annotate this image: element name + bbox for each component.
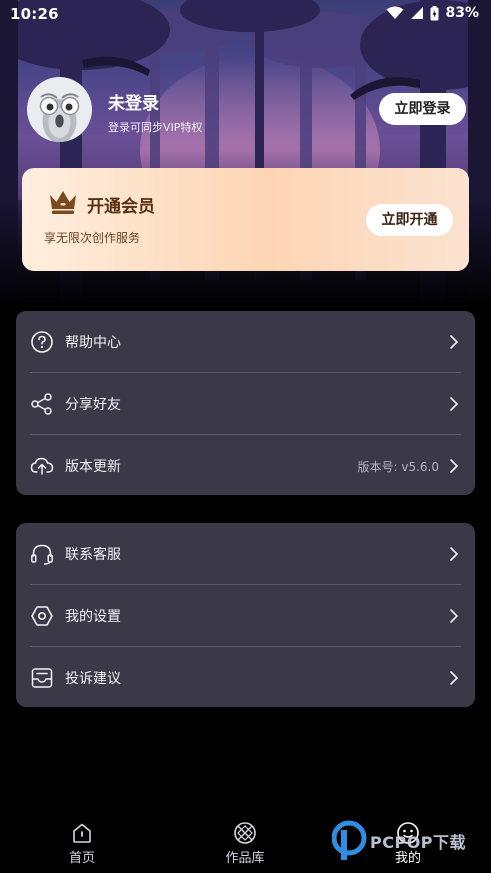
menu-item-label: 分享好友 [65, 397, 121, 413]
nav-label: 作品库 [225, 851, 265, 866]
help-circle-icon [31, 331, 53, 353]
battery-icon [430, 5, 439, 20]
avatar[interactable] [27, 77, 92, 142]
menu-card-general: 帮助中心 分享好友 版本更新 版本号: v5.6.0 [16, 311, 475, 495]
menu-item-update[interactable]: 版本更新 版本号: v5.6.0 [16, 435, 475, 496]
login-button[interactable]: 立即登录 [379, 93, 466, 125]
cloud-upload-icon [30, 457, 54, 475]
menu-card-support: 联系客服 我的设置 投诉建议 [16, 523, 475, 707]
chevron-right-icon [450, 335, 459, 349]
menu-item-share[interactable]: 分享好友 [16, 373, 475, 434]
vip-open-button[interactable]: 立即开通 [366, 204, 453, 236]
chevron-right-icon [450, 671, 459, 685]
crown-icon [50, 191, 76, 214]
nav-tab-gallery[interactable]: 作品库 [185, 815, 305, 866]
menu-item-help[interactable]: 帮助中心 [16, 311, 475, 372]
watermark-logo-icon [331, 820, 367, 860]
vip-subtitle: 享无限次创作服务 [44, 231, 141, 245]
menu-item-customer-service[interactable]: 联系客服 [16, 523, 475, 584]
share-icon [31, 393, 52, 415]
menu-item-label: 帮助中心 [65, 335, 121, 351]
owl-avatar-icon [39, 93, 80, 142]
login-tip: 登录可同步VIP特权 [108, 121, 203, 134]
watermark-text: PCPOP下载 [370, 833, 467, 852]
gallery-icon [234, 822, 256, 844]
chevron-right-icon [450, 609, 459, 623]
watermark: PCPOP下载 [331, 820, 482, 862]
menu-item-settings[interactable]: 我的设置 [16, 585, 475, 646]
menu-item-label: 投诉建议 [65, 671, 121, 687]
battery-percent: 83% [445, 5, 479, 21]
vip-card[interactable]: 开通会员 享无限次创作服务 立即开通 [22, 168, 469, 271]
chevron-right-icon [450, 547, 459, 561]
chevron-right-icon [450, 459, 459, 473]
home-icon [73, 823, 91, 843]
chevron-right-icon [450, 397, 459, 411]
status-icons: 83% [386, 5, 479, 21]
feedback-inbox-icon [31, 668, 53, 688]
headset-icon [31, 544, 53, 565]
settings-hexagon-icon [31, 606, 53, 626]
wifi-icon [386, 6, 404, 19]
menu-item-label: 版本更新 [65, 459, 121, 475]
menu-item-label: 联系客服 [65, 547, 121, 563]
menu-item-label: 我的设置 [65, 609, 121, 625]
vip-title: 开通会员 [87, 197, 155, 217]
menu-item-feedback[interactable]: 投诉建议 [16, 647, 475, 708]
nav-label: 首页 [68, 851, 95, 866]
nav-tab-home[interactable]: 首页 [22, 815, 142, 866]
version-number: 版本号: v5.6.0 [357, 460, 440, 474]
username: 未登录 [108, 94, 159, 114]
status-bar: 10:26 83% [0, 0, 491, 30]
cellular-signal-icon [411, 7, 424, 19]
clock: 10:26 [10, 5, 59, 23]
